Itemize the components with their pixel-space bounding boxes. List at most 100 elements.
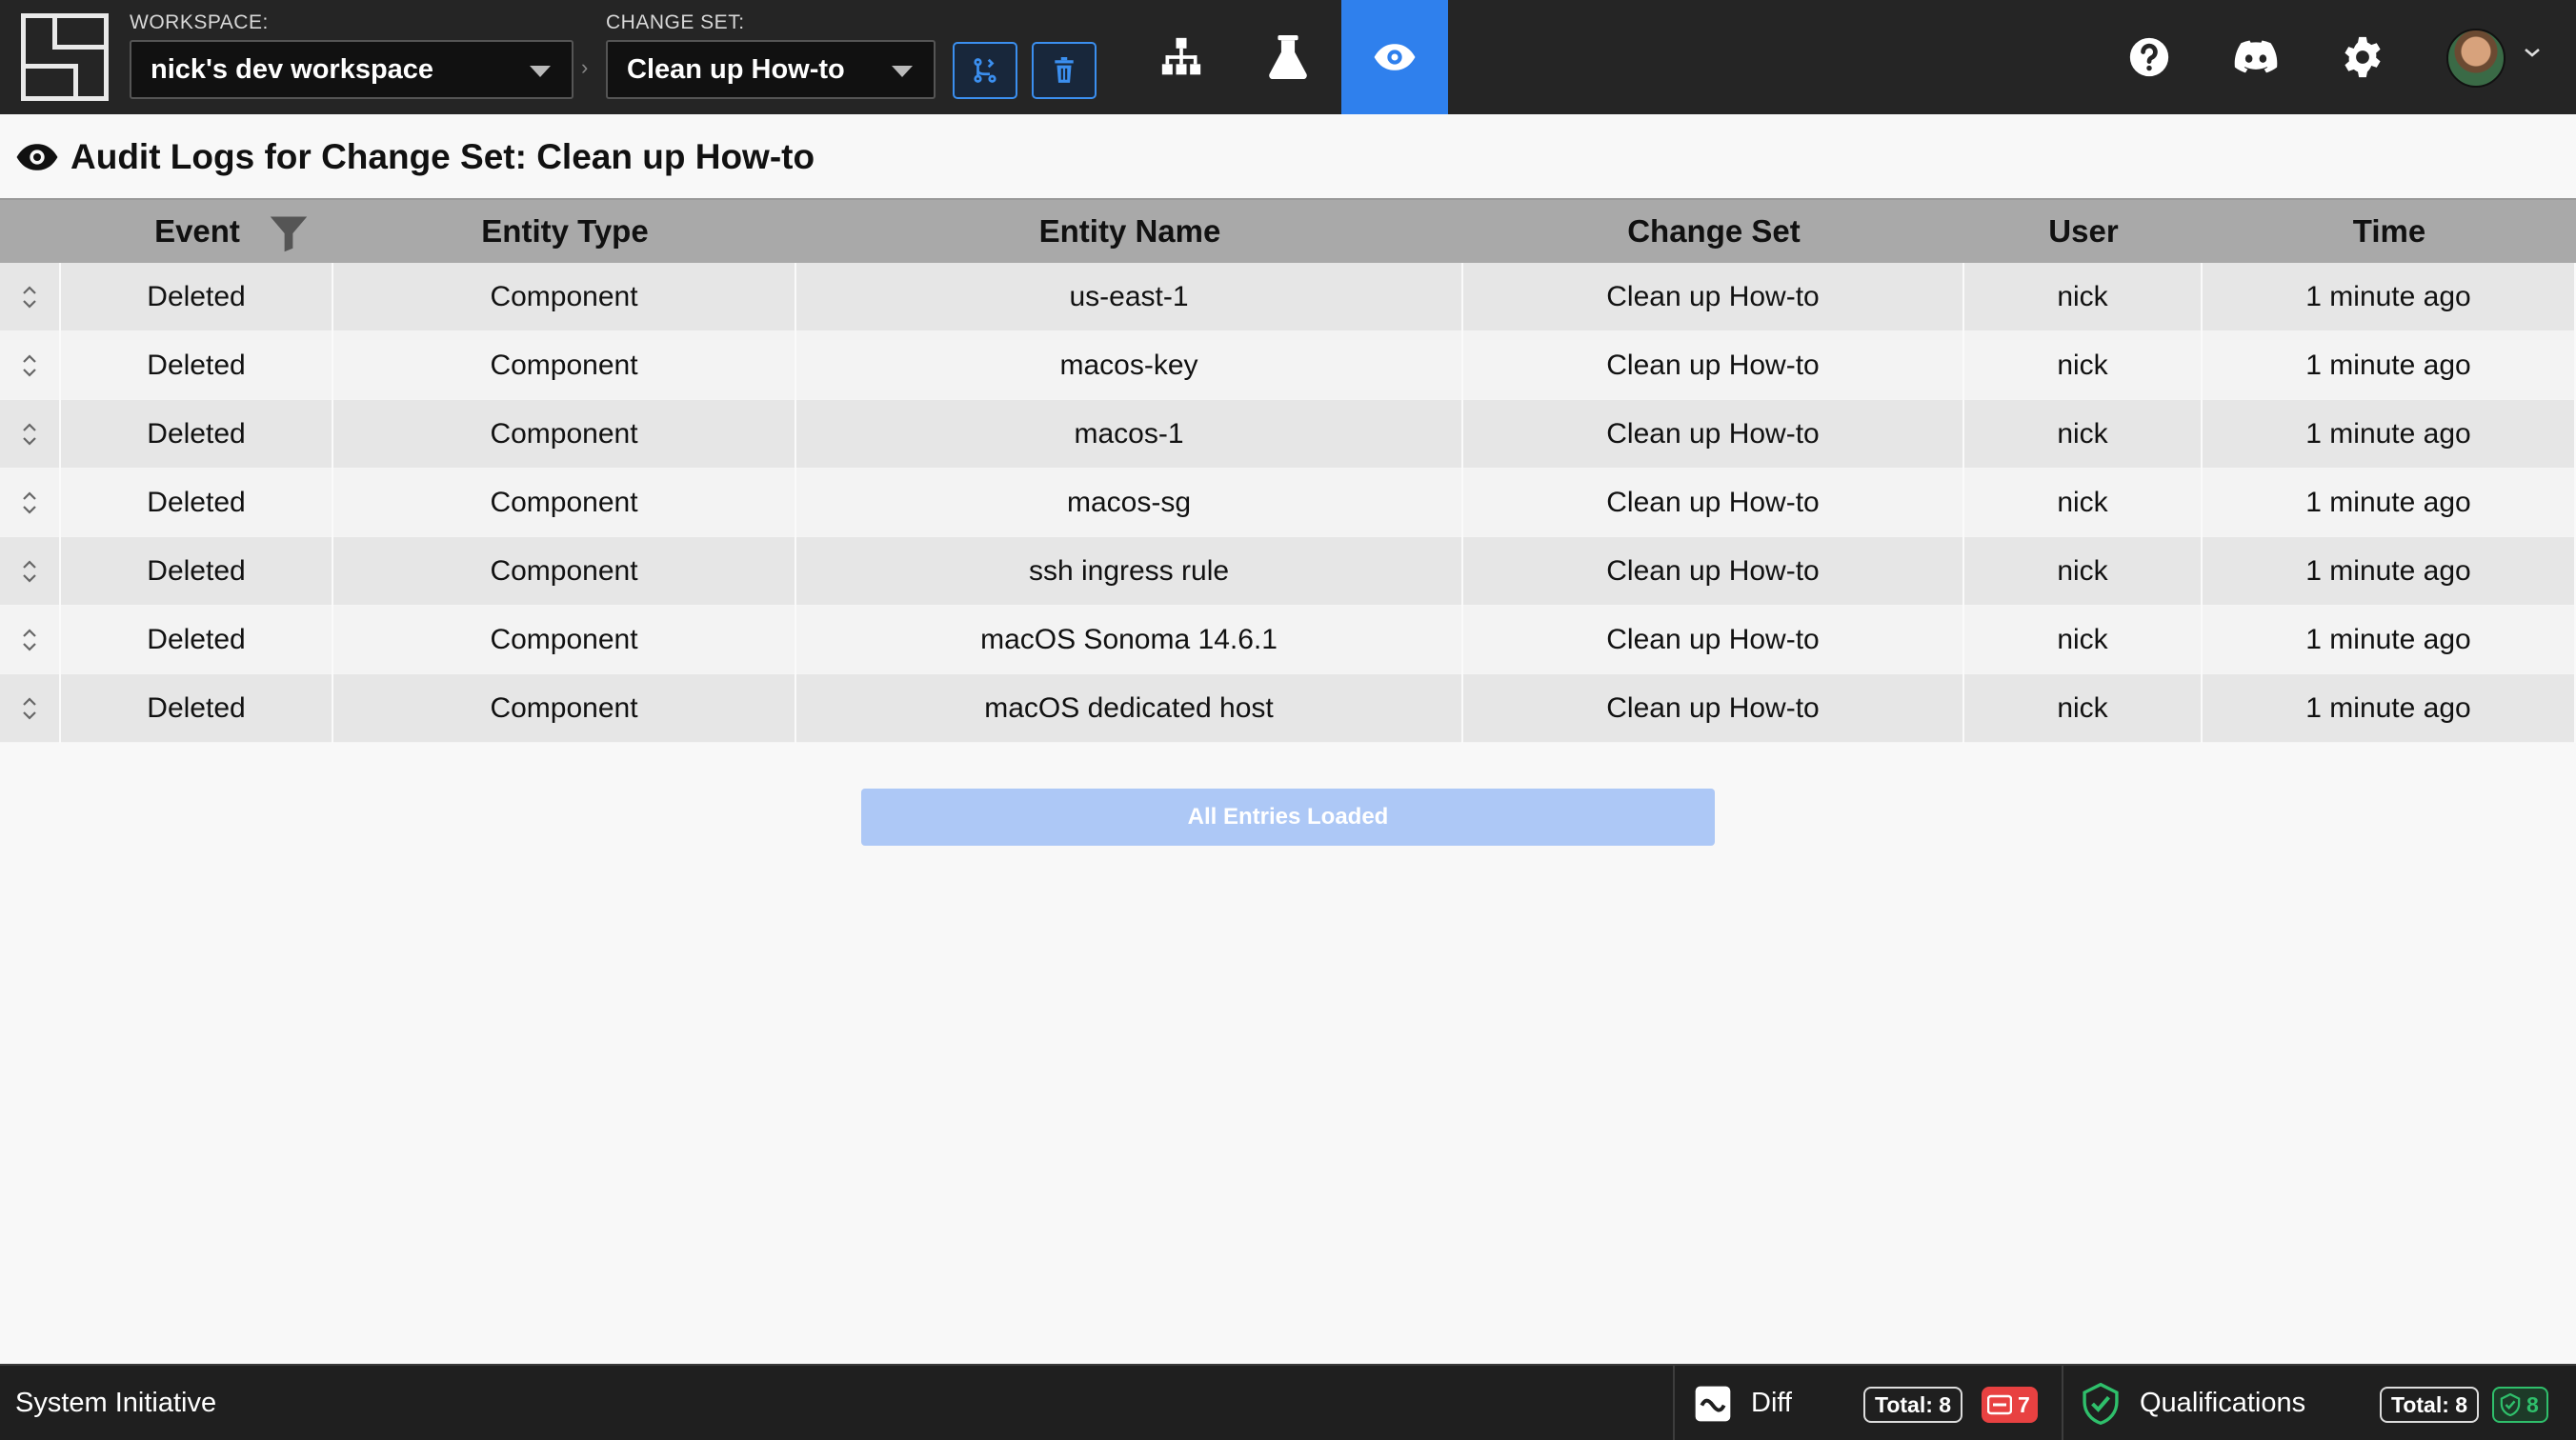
cell-entity-name: macos-1 [796,400,1463,469]
trash-icon [1055,57,1074,83]
qualifications-ok-badge: 8 [2492,1387,2548,1423]
cell-user: nick [1964,469,2203,537]
discord-button[interactable] [2227,29,2284,86]
cell-time: 1 minute ago [2203,331,2576,400]
discord-icon [2234,40,2278,73]
page-title: Audit Logs for Change Set: Clean up How-… [70,137,815,176]
column-header-time[interactable]: Time [2203,200,2576,263]
cell-user: nick [1964,674,2203,743]
table-row[interactable]: Deleted Component macOS Sonoma 14.6.1 Clean… [0,606,2576,674]
chevron-up-down-icon [23,423,36,446]
expand-row-button[interactable] [0,674,61,743]
cell-entity-name: ssh ingress rule [796,537,1463,606]
changeset-label: CHANGE SET: [606,11,745,33]
expand-row-button[interactable] [0,263,61,331]
cell-event: Deleted [61,331,333,400]
page-header: Audit Logs for Change Set: Clean up How-… [15,133,815,181]
all-entries-loaded-button[interactable]: All Entries Loaded [861,789,1715,846]
qualifications-total-pill: Total: 8 [2380,1387,2480,1423]
cell-change-set: Clean up How-to [1463,263,1964,331]
abandon-changeset-button[interactable] [1032,42,1097,99]
create-changeset-button[interactable] [953,42,1017,99]
cell-entity-name: macOS dedicated host [796,674,1463,743]
workspace-value: nick's dev workspace [151,54,434,85]
cell-event: Deleted [61,263,333,331]
chevron-right-icon: › [581,55,589,79]
cell-entity-type: Component [333,263,796,331]
workspace-label: WORKSPACE: [130,11,269,33]
diagram-icon [1161,37,1201,75]
chevron-down-icon [892,66,913,77]
status-bar: System Initiative Diff Total: 8 7 Qualif… [0,1364,2576,1440]
help-icon [2129,37,2169,77]
cell-entity-name: macOS Sonoma 14.6.1 [796,606,1463,674]
table-row[interactable]: Deleted Component ssh ingress rule Clean up… [0,537,2576,606]
cell-change-set: Clean up How-to [1463,674,1964,743]
cell-entity-type: Component [333,469,796,537]
cell-user: nick [1964,263,2203,331]
user-avatar[interactable] [2446,29,2506,88]
cell-event: Deleted [61,400,333,469]
divider [2062,1366,2063,1440]
changeset-select[interactable]: Clean up How-to [606,40,936,99]
column-header-entity-type[interactable]: Entity Type [333,200,796,263]
cell-user: nick [1964,331,2203,400]
minus-square-icon [1987,1394,2012,1415]
table-body: Deleted Component us-east-1 Clean up How-to… [0,263,2576,743]
diff-label[interactable]: Diff [1751,1366,1792,1440]
brand-label: System Initiative [15,1388,217,1418]
system-initiative-logo[interactable] [21,13,109,101]
chevron-down-icon[interactable] [2523,46,2542,64]
cell-time: 1 minute ago [2203,469,2576,537]
expand-row-button[interactable] [0,606,61,674]
settings-button[interactable] [2334,29,2391,86]
expand-row-button[interactable] [0,331,61,400]
table-row[interactable]: Deleted Component us-east-1 Clean up How-to… [0,263,2576,331]
cell-user: nick [1964,400,2203,469]
table-row[interactable]: Deleted Component macos-key Clean up How-to… [0,331,2576,400]
column-header-entity-name[interactable]: Entity Name [796,200,1463,263]
eye-icon [1374,44,1416,70]
diff-total-pill: Total: 8 [1863,1387,1963,1423]
nav-customize-tab[interactable] [1235,0,1341,114]
qualifications-label[interactable]: Qualifications [2140,1366,2305,1440]
table-row[interactable]: Deleted Component macos-1 Clean up How-to ni… [0,400,2576,469]
cell-entity-type: Component [333,674,796,743]
cell-change-set: Clean up How-to [1463,469,1964,537]
cell-time: 1 minute ago [2203,263,2576,331]
cell-event: Deleted [61,469,333,537]
git-branch-icon [974,58,996,83]
chevron-up-down-icon [23,354,36,377]
audit-log-table: Event Entity Type Entity Name Change Set… [0,198,2576,743]
chevron-up-down-icon [23,560,36,583]
workspace-select[interactable]: nick's dev workspace [130,40,574,99]
cell-user: nick [1964,537,2203,606]
cell-event: Deleted [61,537,333,606]
divider [1673,1366,1675,1440]
cell-change-set: Clean up How-to [1463,400,1964,469]
diff-deleted-count: 7 [2018,1392,2030,1417]
chevron-up-down-icon [23,286,36,309]
table-row[interactable]: Deleted Component macOS dedicated host Clea… [0,674,2576,743]
chevron-down-icon [530,66,551,77]
chevron-up-down-icon [23,491,36,514]
cell-entity-type: Component [333,331,796,400]
cell-entity-type: Component [333,537,796,606]
cell-time: 1 minute ago [2203,674,2576,743]
top-bar: WORKSPACE: nick's dev workspace › CHANGE… [0,0,2576,114]
filter-icon[interactable] [269,213,309,258]
expand-row-button[interactable] [0,469,61,537]
table-row[interactable]: Deleted Component macos-sg Clean up How-to n… [0,469,2576,537]
expand-row-button[interactable] [0,537,61,606]
column-header-user[interactable]: User [1964,200,2203,263]
shield-check-icon [2081,1382,2121,1430]
diff-deleted-badge: 7 [1982,1387,2038,1423]
help-button[interactable] [2121,29,2178,86]
nav-audit-tab[interactable] [1341,0,1448,114]
expand-row-button[interactable] [0,400,61,469]
diff-icon [1694,1385,1732,1428]
nav-model-tab[interactable] [1128,0,1235,114]
table-header: Event Entity Type Entity Name Change Set… [0,198,2576,263]
column-header-change-set[interactable]: Change Set [1463,200,1964,263]
cell-entity-name: us-east-1 [796,263,1463,331]
